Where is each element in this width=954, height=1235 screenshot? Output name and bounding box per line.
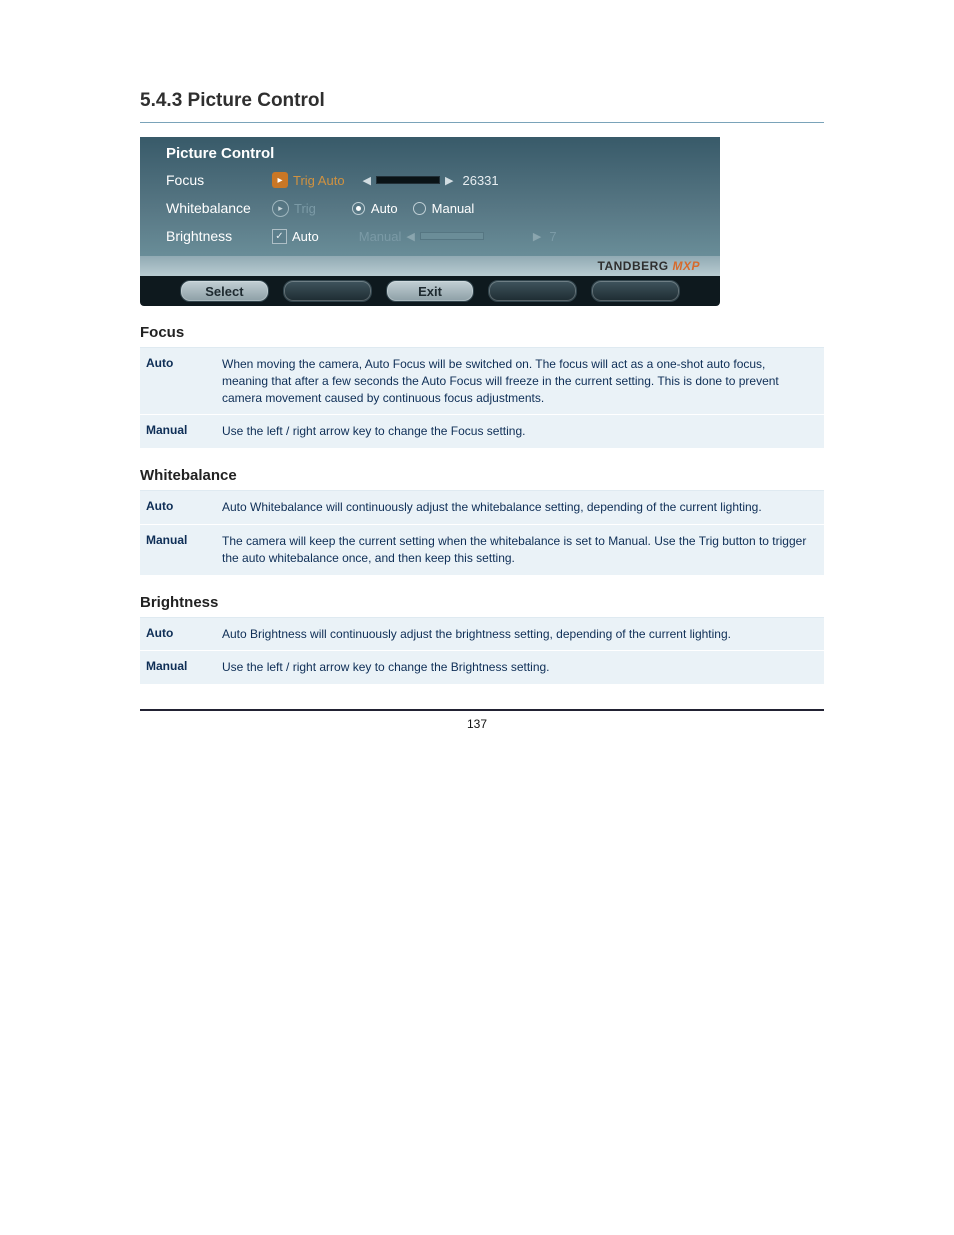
left-arrow-icon[interactable]: ◀ <box>363 174 371 187</box>
blank-button-1[interactable] <box>283 280 372 302</box>
page-number: 137 <box>0 717 954 731</box>
whitebalance-heading: Whitebalance <box>140 467 824 484</box>
brightness-manual-label: Manual <box>359 229 402 244</box>
checkbox-icon: ✓ <box>272 229 287 244</box>
focus-trig-auto[interactable]: ▸ Trig Auto <box>272 172 345 188</box>
wb-manual-radio[interactable]: Manual <box>413 201 475 216</box>
blank-button-3[interactable] <box>591 280 680 302</box>
heading-rule <box>140 122 824 123</box>
table-row: Manual Use the left / right arrow key to… <box>140 651 824 685</box>
table-row: Manual Use the left / right arrow key to… <box>140 415 824 449</box>
brightness-label: Brightness <box>166 228 264 244</box>
brightness-auto-check[interactable]: ✓ Auto <box>272 229 319 244</box>
focus-value: 26331 <box>462 173 498 188</box>
trig-auto-icon: ▸ <box>272 172 288 188</box>
whitebalance-row: Whitebalance ▸ Trig Auto Manual <box>166 194 702 222</box>
panel-title: Picture Control <box>166 145 702 166</box>
whitebalance-label: Whitebalance <box>166 200 264 216</box>
brand-strip: TANDBERG MXP <box>140 256 720 276</box>
button-bar: Select Exit <box>140 276 720 306</box>
play-icon: ▸ <box>272 200 289 217</box>
left-arrow-icon[interactable]: ◀ <box>406 230 414 243</box>
picture-control-panel: Picture Control Focus ▸ Trig Auto ◀ ▶ 26… <box>140 137 720 306</box>
right-arrow-icon[interactable]: ▶ <box>533 230 541 243</box>
brightness-table: Auto Auto Brightness will continuously a… <box>140 617 824 686</box>
footer-rule <box>140 709 824 711</box>
brightness-row: Brightness ✓ Auto Manual ◀ ▶ 7 <box>166 222 702 250</box>
whitebalance-table: Auto Auto Whitebalance will continuously… <box>140 490 824 575</box>
table-row: Auto Auto Whitebalance will continuously… <box>140 491 824 525</box>
exit-button[interactable]: Exit <box>386 280 475 302</box>
section-heading: 5.4.3 Picture Control <box>140 90 824 112</box>
table-row: Auto Auto Brightness will continuously a… <box>140 618 824 652</box>
focus-heading: Focus <box>140 324 824 341</box>
brightness-slider[interactable] <box>420 232 484 240</box>
blank-button-2[interactable] <box>488 280 577 302</box>
focus-slider[interactable] <box>376 176 440 184</box>
whitebalance-trig[interactable]: ▸ Trig <box>272 200 316 217</box>
focus-table: Auto When moving the camera, Auto Focus … <box>140 347 824 449</box>
table-row: Manual The camera will keep the current … <box>140 525 824 576</box>
brightness-heading: Brightness <box>140 594 824 611</box>
wb-auto-radio[interactable]: Auto <box>352 201 398 216</box>
right-arrow-icon[interactable]: ▶ <box>445 174 453 187</box>
table-row: Auto When moving the camera, Auto Focus … <box>140 348 824 415</box>
select-button[interactable]: Select <box>180 280 269 302</box>
focus-label: Focus <box>166 172 264 188</box>
brightness-value: 7 <box>549 229 556 244</box>
focus-row: Focus ▸ Trig Auto ◀ ▶ 26331 <box>166 166 702 194</box>
